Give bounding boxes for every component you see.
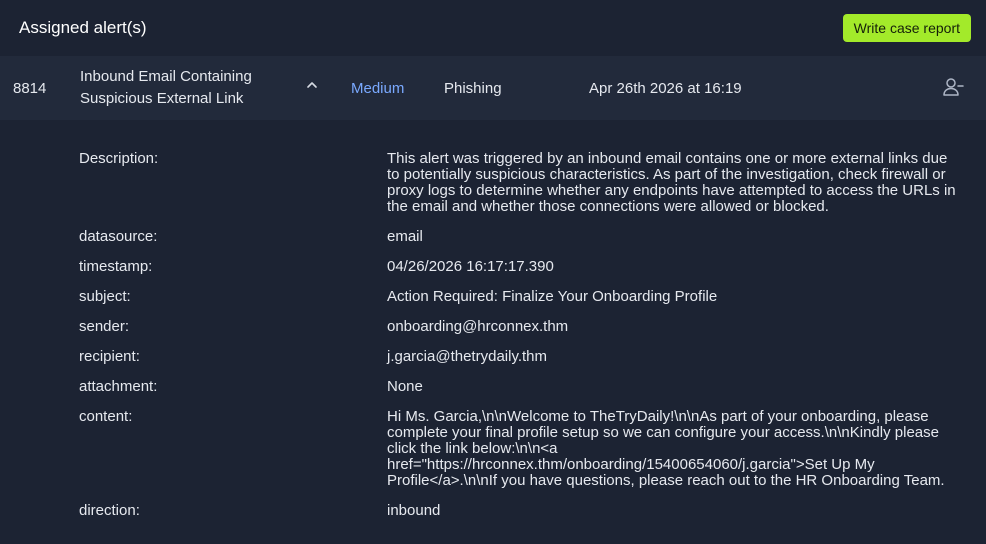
detail-label: datasource: — [79, 228, 158, 245]
detail-value: This alert was triggered by an inbound e… — [387, 150, 956, 215]
detail-value: email — [387, 228, 423, 245]
user-minus-icon[interactable] — [942, 76, 964, 98]
chevron-up-icon[interactable] — [305, 78, 319, 92]
detail-value: j.garcia@thetrydaily.thm — [387, 348, 548, 365]
alert-id: 8814 — [13, 79, 47, 97]
detail-row-subject: subject: Action Required: Finalize Your … — [0, 289, 986, 319]
detail-value: None — [387, 378, 423, 395]
detail-value: Action Required: Finalize Your Onboardin… — [387, 288, 718, 305]
page-title: Assigned alert(s) — [19, 18, 147, 37]
alert-category: Phishing — [444, 79, 502, 97]
alert-row[interactable]: 8814 Inbound Email Containing Suspicious… — [0, 56, 986, 120]
detail-value: inbound — [387, 502, 441, 519]
detail-label: subject: — [79, 288, 131, 305]
alert-details: Description: This alert was triggered by… — [0, 120, 986, 533]
detail-row-timestamp: timestamp: 04/26/2026 16:17:17.390 — [0, 259, 986, 289]
detail-row-datasource: datasource: email — [0, 229, 986, 259]
detail-label: content: — [79, 408, 133, 425]
detail-value: 04/26/2026 16:17:17.390 — [387, 258, 554, 275]
detail-row-content: content: Hi Ms. Garcia,\n\nWelcome to Th… — [0, 409, 986, 503]
alerts-header: Assigned alert(s) Write case report — [0, 0, 986, 56]
detail-row-direction: direction: inbound — [0, 503, 986, 533]
detail-label: direction: — [79, 502, 140, 519]
severity-badge: Medium — [351, 79, 405, 97]
alert-title: Inbound Email Containing Suspicious Exte… — [80, 68, 252, 107]
detail-label: sender: — [79, 318, 130, 335]
detail-row-sender: sender: onboarding@hrconnex.thm — [0, 319, 986, 349]
alert-timestamp: Apr 26th 2026 at 16:19 — [589, 79, 742, 97]
detail-row-description: Description: This alert was triggered by… — [0, 151, 986, 229]
detail-label: Description: — [79, 150, 159, 167]
write-case-report-button[interactable]: Write case report — [842, 14, 971, 42]
detail-label: recipient: — [79, 348, 140, 365]
detail-label: attachment: — [79, 378, 158, 395]
detail-row-attachment: attachment: None — [0, 379, 986, 409]
detail-value: Hi Ms. Garcia,\n\nWelcome to TheTryDaily… — [387, 408, 945, 489]
detail-row-recipient: recipient: j.garcia@thetrydaily.thm — [0, 349, 986, 379]
detail-label: timestamp: — [79, 258, 153, 275]
detail-value: onboarding@hrconnex.thm — [387, 318, 569, 335]
